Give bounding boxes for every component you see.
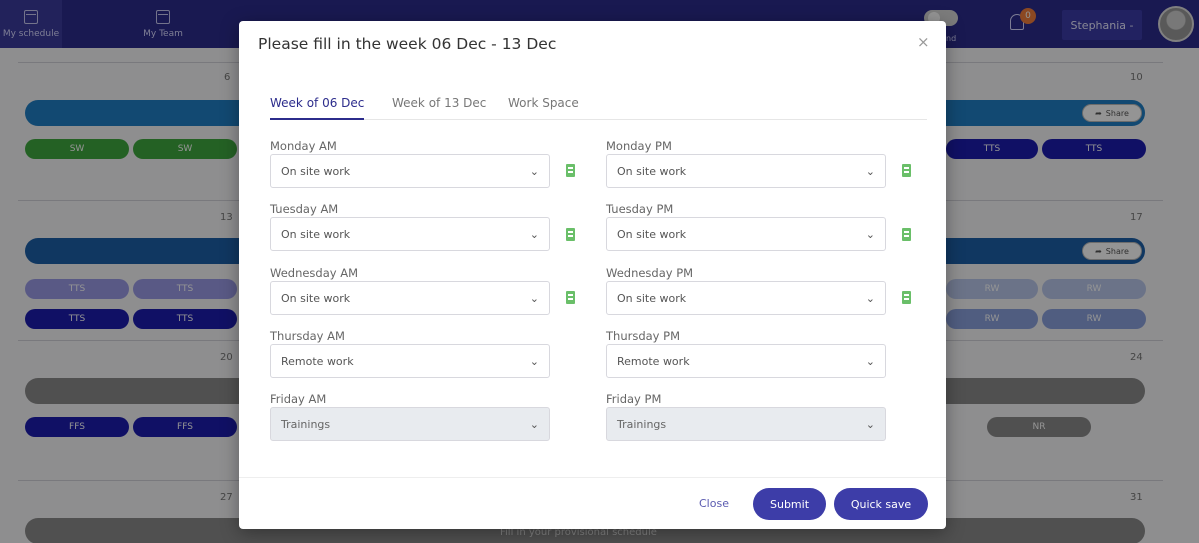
tab-week-of-13-dec[interactable]: Week of 13 Dec (392, 96, 486, 120)
chevron-down-icon: ⌄ (529, 291, 539, 305)
thursday-am-label: Thursday AM (270, 329, 345, 343)
building-icon (902, 228, 911, 241)
monday-pm-select[interactable]: On site work ⌄ (606, 154, 886, 188)
chevron-down-icon: ⌄ (529, 227, 539, 241)
building-icon (902, 291, 911, 304)
chevron-down-icon: ⌄ (529, 354, 539, 368)
wednesday-pm-label: Wednesday PM (606, 266, 694, 280)
tuesday-pm-label: Tuesday PM (606, 202, 674, 216)
chevron-down-icon: ⌄ (529, 417, 539, 431)
wednesday-am-label: Wednesday AM (270, 266, 359, 280)
tuesday-am-value: On site work (281, 227, 351, 241)
thursday-pm-value: Remote work (617, 354, 690, 368)
friday-am-select[interactable]: Trainings ⌄ (270, 407, 550, 441)
thursday-pm-select[interactable]: Remote work ⌄ (606, 344, 886, 378)
tuesday-pm-value: On site work (617, 227, 687, 241)
close-icon[interactable]: × (917, 33, 930, 51)
monday-am-label: Monday AM (270, 139, 337, 153)
modal-title: Please fill in the week 06 Dec - 13 Dec (258, 35, 557, 53)
friday-pm-select[interactable]: Trainings ⌄ (606, 407, 886, 441)
week-tabs: Week of 06 Dec Week of 13 Dec Work Space (270, 96, 927, 120)
thursday-pm-label: Thursday PM (606, 329, 680, 343)
friday-am-label: Friday AM (270, 392, 327, 406)
thursday-am-value: Remote work (281, 354, 354, 368)
building-icon (566, 291, 575, 304)
wednesday-am-select[interactable]: On site work ⌄ (270, 281, 550, 315)
building-icon (566, 164, 575, 177)
modal-footer-divider (239, 477, 946, 478)
chevron-down-icon: ⌄ (865, 291, 875, 305)
chevron-down-icon: ⌄ (865, 227, 875, 241)
submit-button[interactable]: Submit (753, 488, 826, 520)
tuesday-am-label: Tuesday AM (270, 202, 339, 216)
monday-pm-value: On site work (617, 164, 687, 178)
wednesday-pm-select[interactable]: On site work ⌄ (606, 281, 886, 315)
building-icon (566, 228, 575, 241)
wednesday-pm-value: On site work (617, 291, 687, 305)
friday-pm-value: Trainings (617, 417, 667, 431)
monday-am-value: On site work (281, 164, 351, 178)
quick-save-button[interactable]: Quick save (834, 488, 928, 520)
fill-week-modal: Please fill in the week 06 Dec - 13 Dec … (239, 21, 946, 529)
tuesday-pm-select[interactable]: On site work ⌄ (606, 217, 886, 251)
chevron-down-icon: ⌄ (865, 164, 875, 178)
thursday-am-select[interactable]: Remote work ⌄ (270, 344, 550, 378)
friday-pm-label: Friday PM (606, 392, 662, 406)
monday-pm-label: Monday PM (606, 139, 672, 153)
tab-week-of-06-dec[interactable]: Week of 06 Dec (270, 96, 365, 120)
wednesday-am-value: On site work (281, 291, 351, 305)
friday-am-value: Trainings (281, 417, 331, 431)
tuesday-am-select[interactable]: On site work ⌄ (270, 217, 550, 251)
building-icon (902, 164, 911, 177)
close-link[interactable]: Close (699, 497, 729, 510)
chevron-down-icon: ⌄ (865, 417, 875, 431)
chevron-down-icon: ⌄ (529, 164, 539, 178)
tab-work-space[interactable]: Work Space (508, 96, 579, 120)
chevron-down-icon: ⌄ (865, 354, 875, 368)
monday-am-select[interactable]: On site work ⌄ (270, 154, 550, 188)
